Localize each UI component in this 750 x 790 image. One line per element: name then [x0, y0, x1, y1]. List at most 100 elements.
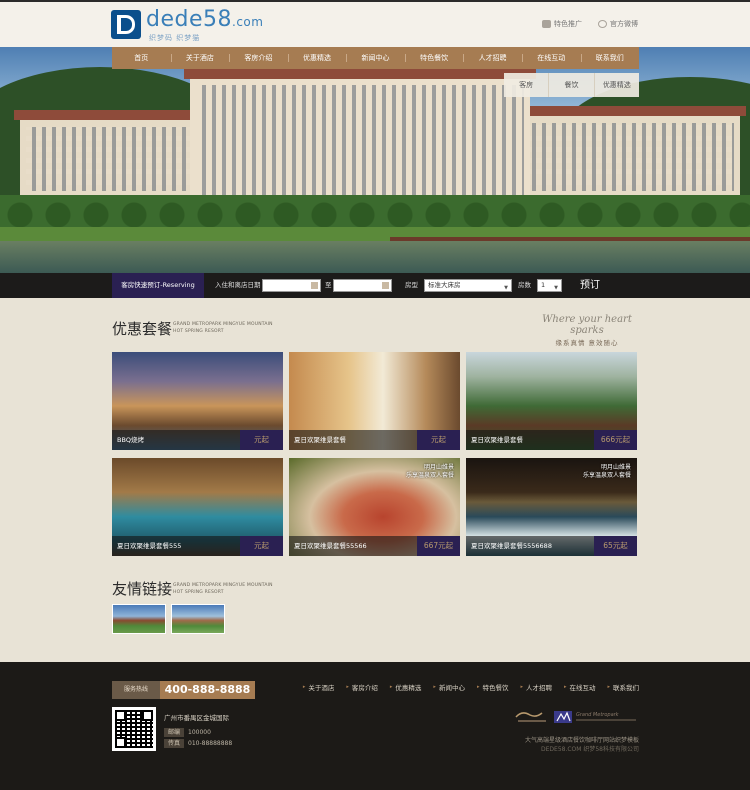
header-links: 特色推广 官方微博	[542, 19, 638, 29]
package-tag-line1: 明月山维景	[600, 464, 631, 471]
subnav-item-dining[interactable]: 餐饮	[549, 73, 595, 97]
footer-nav-dining[interactable]: 特色餐饮	[477, 682, 508, 692]
friend-links-subtitle-line1: GRAND METROPARK MINGYUE MOUNTAIN	[173, 583, 273, 588]
package-card[interactable]: 夏日欢聚维景套餐555 元起	[112, 458, 283, 556]
hotel-wing-right	[514, 106, 746, 201]
checkin-date-input[interactable]	[262, 279, 321, 292]
subnav: 客房 餐饮 优惠精选	[504, 73, 639, 97]
nav-item-offers[interactable]: 优惠精选	[287, 47, 347, 69]
package-name: BBQ烧烤	[117, 436, 145, 444]
hotel-main-building	[184, 67, 536, 207]
subnav-item-offers[interactable]: 优惠精选	[595, 73, 639, 97]
package-card[interactable]: 明月山维景 乐享温泉双人套餐 夏日欢聚维景套餐5556688 65元起	[466, 458, 637, 556]
package-price[interactable]: 元起	[240, 536, 283, 556]
booking-bar: 客房快速预订-Reserving 入住和离店日期 至 房型 标准大床房 ▼ 房数…	[0, 273, 750, 298]
room-count-select[interactable]: 1 ▼	[537, 279, 562, 292]
package-price[interactable]: 65元起	[594, 536, 637, 556]
nav-item-rooms[interactable]: 客房介绍	[229, 47, 288, 69]
package-price[interactable]: 667元起	[417, 536, 460, 556]
package-name: 夏日欢聚维景套餐555	[117, 542, 182, 550]
room-type-select[interactable]: 标准大床房 ▼	[424, 279, 512, 292]
checkin-label: 入住和离店日期	[215, 281, 261, 289]
logo-subtitle: 织梦码 织梦猫	[149, 34, 201, 42]
package-name: 夏日欢聚维景套餐	[471, 436, 523, 444]
calendar-icon[interactable]	[311, 282, 318, 289]
friend-link-image[interactable]	[171, 604, 225, 634]
weibo-icon	[598, 20, 607, 28]
footer-nav-offers[interactable]: 优惠精选	[390, 682, 421, 692]
package-tag-line1: 明月山维景	[423, 464, 454, 471]
site-logo[interactable]: dede58.com 织梦码 织梦猫	[111, 7, 264, 42]
main-nav: 首页 关于酒店 客房介绍 优惠精选 新闻中心 特色餐饮 人才招聘 在线互动 联系…	[112, 47, 639, 69]
logo-mark-icon	[111, 10, 141, 39]
package-name: 夏日欢聚维景套餐	[294, 436, 346, 444]
weibo-link-label: 官方微博	[610, 20, 638, 28]
package-tag-line2: 乐享温泉双人套餐	[405, 472, 454, 479]
copyright-line1: 大气高端星级酒店餐饮咖啡厅网站织梦模板	[524, 737, 639, 744]
phone-row: 传真 010-88888888	[164, 739, 232, 748]
friend-links-subtitle-line2: HOT SPRING RESORT	[173, 590, 224, 595]
package-price[interactable]: 元起	[417, 430, 460, 450]
packages-subtitle-line2: HOT SPRING RESORT	[173, 329, 224, 334]
hotline-label: 服务热线	[112, 681, 160, 699]
friend-links-subtitle: GRAND METROPARK MINGYUE MOUNTAIN HOT SPR…	[173, 582, 273, 596]
svg-text:Grand Metropark: Grand Metropark	[576, 712, 620, 718]
qr-code	[112, 707, 156, 751]
nav-item-about[interactable]: 关于酒店	[170, 47, 230, 69]
weibo-link[interactable]: 官方微博	[598, 19, 638, 29]
footer-nav-interaction[interactable]: 在线互动	[564, 682, 595, 692]
footer-nav-news[interactable]: 新闻中心	[433, 682, 465, 692]
package-name: 夏日欢聚维景套餐55566	[294, 542, 367, 550]
package-price[interactable]: 元起	[240, 430, 283, 450]
footer: 服务热线 400-888-8888 广州市番禺区金城国际 邮编 100000 传…	[0, 662, 750, 790]
room-count-label: 房数	[518, 281, 531, 289]
nav-item-careers[interactable]: 人才招聘	[463, 47, 522, 69]
room-count-value: 1	[541, 281, 546, 289]
footer-nav-contact[interactable]: 联系我们	[607, 682, 639, 692]
chevron-down-icon: ▼	[504, 285, 508, 291]
footer-address: 广州市番禺区金城国际	[164, 714, 229, 722]
copyright-line2: DEDE58.COM 织梦58科技有限公司	[541, 746, 639, 753]
footer-nav-rooms[interactable]: 客房介绍	[346, 682, 378, 692]
logo-suffix: .com	[232, 15, 264, 29]
package-card[interactable]: BBQ烧烤 元起	[112, 352, 283, 450]
package-price[interactable]: 666元起	[594, 430, 637, 450]
subnav-item-rooms[interactable]: 客房	[504, 73, 550, 97]
phone-label: 传真	[164, 739, 185, 748]
package-card[interactable]: 明月山维景 乐享温泉双人套餐 夏日欢聚维景套餐55566 667元起	[289, 458, 460, 556]
nav-item-news[interactable]: 新闻中心	[346, 47, 405, 69]
package-tag: 明月山维景 乐享温泉双人套餐	[583, 464, 631, 480]
partner-logo-1[interactable]	[512, 708, 552, 726]
zip-value: 100000	[188, 729, 211, 736]
friend-link-image[interactable]	[112, 604, 166, 634]
slogan-cn: 缘系真情 意效随心	[555, 339, 619, 347]
top-bar: dede58.com 织梦码 织梦猫 特色推广 官方微博	[0, 0, 750, 47]
nav-item-interaction[interactable]: 在线互动	[521, 47, 581, 69]
packages-subtitle: GRAND METROPARK MINGYUE MOUNTAIN HOT SPR…	[173, 321, 273, 335]
hotline-number: 400-888-8888	[160, 681, 255, 699]
hotel-wing-left	[14, 110, 211, 201]
checkout-date-input[interactable]	[333, 279, 392, 292]
nav-item-dining[interactable]: 特色餐饮	[404, 47, 464, 69]
calendar-icon[interactable]	[382, 282, 389, 289]
promo-link[interactable]: 特色推广	[542, 19, 582, 29]
friend-links-title: 友情链接	[112, 580, 173, 598]
package-card[interactable]: 夏日欢聚维景套餐 666元起	[466, 352, 637, 450]
hotline: 服务热线 400-888-8888	[112, 681, 255, 699]
booking-tab[interactable]: 客房快速预订-Reserving	[112, 273, 204, 298]
book-submit-button[interactable]: 预订	[572, 273, 608, 298]
footer-nav-careers[interactable]: 人才招聘	[520, 682, 552, 692]
packages-title: 优惠套餐	[112, 320, 173, 338]
partner-logo-2[interactable]: Grand Metropark	[554, 708, 640, 726]
promo-icon	[542, 20, 551, 28]
package-card[interactable]: 夏日欢聚维景套餐 元起	[289, 352, 460, 450]
footer-nav-about[interactable]: 关于酒店	[303, 682, 334, 692]
package-tag-line2: 乐享温泉双人套餐	[582, 472, 631, 479]
room-type-label: 房型	[405, 281, 418, 289]
nav-item-contact[interactable]: 联系我们	[580, 47, 640, 69]
zip-row: 邮编 100000	[164, 728, 211, 737]
chevron-down-icon: ▼	[554, 285, 558, 291]
nav-item-home[interactable]: 首页	[112, 47, 171, 69]
date-to-label: 至	[325, 281, 332, 289]
slogan-script: Where your heart sparks	[542, 314, 632, 336]
